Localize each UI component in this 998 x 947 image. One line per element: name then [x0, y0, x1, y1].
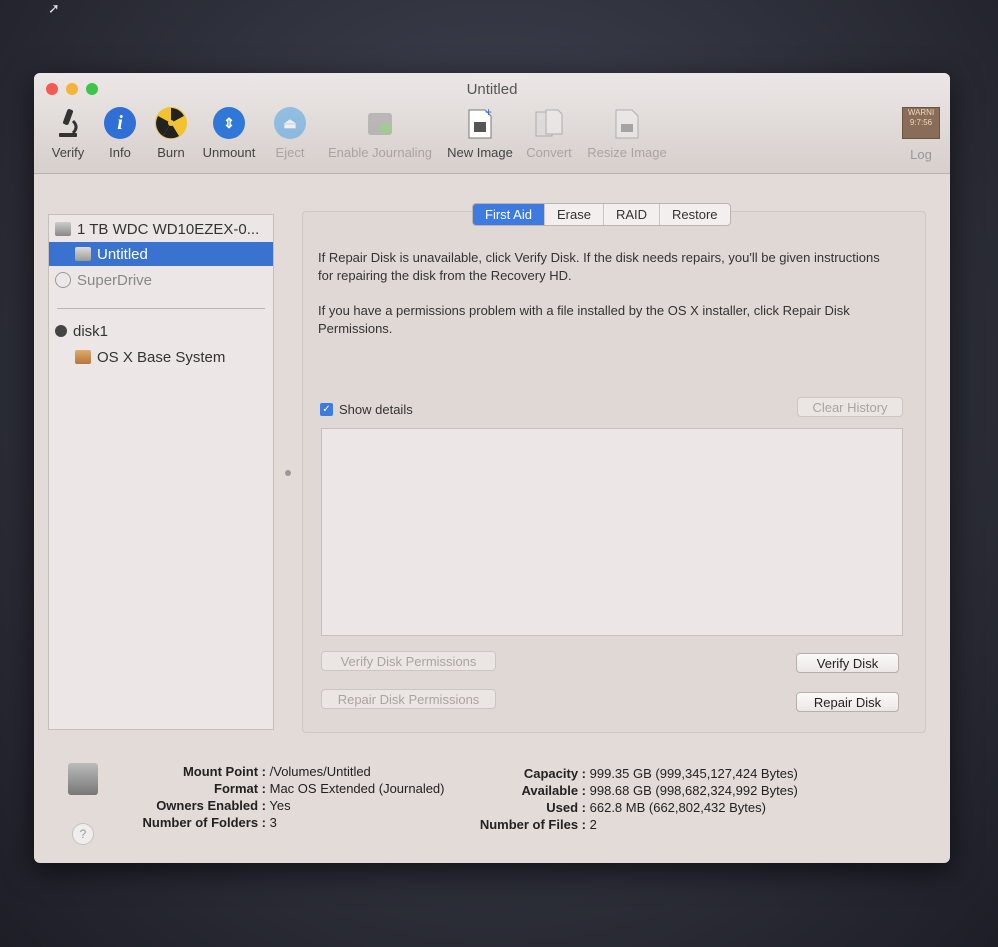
- help-button[interactable]: ?: [72, 823, 94, 845]
- used-value: 662.8 MB (662,802,432 Bytes): [589, 800, 766, 815]
- mount-point-value: /Volumes/Untitled: [269, 764, 371, 779]
- show-details-label: Show details: [339, 402, 413, 417]
- enable-journaling-label: Enable Journaling: [327, 145, 433, 160]
- disk-image-icon: [55, 325, 67, 337]
- new-image-icon: +: [462, 105, 498, 141]
- log-button[interactable]: WARNI 9:7:56 Log: [902, 107, 940, 162]
- sidebar-item-untitled[interactable]: Untitled: [49, 242, 273, 266]
- eject-button[interactable]: ⏏ Eject: [262, 105, 318, 160]
- burn-button[interactable]: Burn: [146, 105, 196, 160]
- info-icon: i: [102, 105, 138, 141]
- resize-image-label: Resize Image: [587, 145, 667, 160]
- optical-drive-icon: [55, 272, 71, 288]
- number-of-files-label: Number of Files :: [479, 817, 586, 832]
- format-value: Mac OS Extended (Journaled): [269, 781, 445, 796]
- checkmark-icon: ✓: [320, 403, 333, 416]
- resize-image-button[interactable]: Resize Image: [580, 105, 674, 160]
- details-log-area: [321, 428, 903, 636]
- owners-enabled-label: Owners Enabled :: [156, 798, 266, 813]
- repair-disk-button[interactable]: Repair Disk: [796, 692, 899, 712]
- tab-restore[interactable]: Restore: [660, 204, 730, 225]
- splitter-handle[interactable]: [285, 470, 291, 476]
- volume-info-left: Mount Point : /Volumes/Untitled Format :…: [120, 763, 445, 831]
- tab-erase[interactable]: Erase: [545, 204, 604, 225]
- log-icon: WARNI 9:7:56: [902, 107, 940, 139]
- sidebar-separator: [57, 308, 265, 309]
- unmount-label: Unmount: [202, 145, 256, 160]
- repair-disk-permissions-button[interactable]: Repair Disk Permissions: [321, 689, 496, 709]
- info-button[interactable]: i Info: [96, 105, 144, 160]
- convert-button[interactable]: Convert: [520, 105, 578, 160]
- available-label: Available :: [521, 783, 586, 798]
- info-label: Info: [109, 145, 131, 160]
- verify-disk-button[interactable]: Verify Disk: [796, 653, 899, 673]
- first-aid-instructions-1: If Repair Disk is unavailable, click Ver…: [318, 250, 880, 283]
- hard-drive-icon: [55, 222, 71, 236]
- window-title: Untitled: [466, 81, 518, 98]
- volume-info-right: Capacity : 999.35 GB (999,345,127,424 By…: [454, 765, 798, 833]
- number-of-files-value: 2: [589, 817, 597, 832]
- owners-enabled-value: Yes: [269, 798, 291, 813]
- sidebar-item-1tb-wdc[interactable]: 1 TB WDC WD10EZEX-0...: [49, 217, 273, 241]
- sidebar-item-label: Untitled: [97, 245, 148, 263]
- microscope-icon: [50, 105, 86, 141]
- convert-label: Convert: [526, 145, 572, 160]
- titlebar: Untitled Verify i Info Burn ⇕ Unmount ⏏ …: [34, 73, 950, 174]
- sidebar-item-superdrive[interactable]: SuperDrive: [49, 268, 273, 292]
- first-aid-instructions-2: If you have a permissions problem with a…: [318, 303, 850, 336]
- volume-icon: [75, 350, 91, 364]
- enable-journaling-button[interactable]: Enable Journaling: [320, 105, 440, 160]
- disk-list-sidebar: 1 TB WDC WD10EZEX-0... Untitled SuperDri…: [48, 214, 274, 730]
- tab-raid[interactable]: RAID: [604, 204, 660, 225]
- log-label: Log: [910, 147, 932, 162]
- sidebar-item-label: 1 TB WDC WD10EZEX-0...: [77, 220, 260, 238]
- burn-icon: [153, 105, 189, 141]
- available-value: 998.68 GB (998,682,324,992 Bytes): [589, 783, 798, 798]
- format-label: Format :: [214, 781, 266, 796]
- resize-image-icon: [609, 105, 645, 141]
- show-details-checkbox[interactable]: ✓ Show details: [320, 402, 413, 417]
- used-label: Used :: [546, 800, 586, 815]
- journaling-icon: [362, 105, 398, 141]
- volume-icon: [75, 247, 91, 261]
- capacity-label: Capacity :: [523, 766, 586, 781]
- eject-label: Eject: [275, 145, 305, 160]
- tab-bar: First Aid Erase RAID Restore: [472, 203, 731, 226]
- verify-label: Verify: [51, 145, 85, 160]
- capacity-value: 999.35 GB (999,345,127,424 Bytes): [589, 766, 798, 781]
- verify-button[interactable]: Verify: [42, 105, 94, 160]
- disk-utility-window: Untitled Verify i Info Burn ⇕ Unmount ⏏ …: [34, 73, 950, 863]
- sidebar-item-label: disk1: [73, 322, 109, 340]
- burn-label: Burn: [157, 145, 185, 160]
- eject-icon: ⏏: [272, 105, 308, 141]
- unmount-button[interactable]: ⇕ Unmount: [198, 105, 260, 160]
- mount-point-label: Mount Point :: [182, 764, 266, 779]
- verify-disk-permissions-button[interactable]: Verify Disk Permissions: [321, 651, 496, 671]
- hard-drive-icon: [68, 763, 98, 795]
- number-of-folders-value: 3: [269, 815, 277, 830]
- number-of-folders-label: Number of Folders :: [142, 815, 266, 830]
- sidebar-item-disk1[interactable]: disk1: [49, 319, 273, 343]
- sidebar-item-label: SuperDrive: [77, 271, 153, 289]
- new-image-label: New Image: [447, 145, 513, 160]
- new-image-button[interactable]: + New Image: [442, 105, 518, 160]
- sidebar-item-label: OS X Base System: [97, 348, 226, 366]
- tab-first-aid[interactable]: First Aid: [473, 204, 545, 225]
- unmount-icon: ⇕: [211, 105, 247, 141]
- convert-icon: [531, 105, 567, 141]
- mouse-cursor-icon: ➚: [48, 0, 60, 16]
- clear-history-button[interactable]: Clear History: [797, 397, 903, 417]
- sidebar-item-os-x-base-system[interactable]: OS X Base System: [49, 345, 273, 369]
- svg-text:+: +: [485, 106, 492, 119]
- toolbar: Verify i Info Burn ⇕ Unmount ⏏ Eject Ena…: [42, 105, 676, 160]
